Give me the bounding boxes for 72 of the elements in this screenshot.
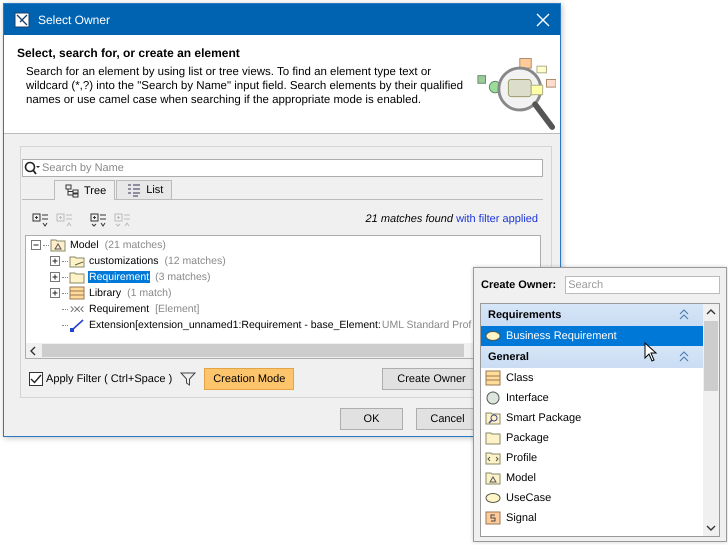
- class-icon: [69, 285, 85, 301]
- expander-icon[interactable]: [31, 240, 42, 250]
- expand-all-icon[interactable]: [90, 211, 108, 227]
- element-type-item[interactable]: Class: [481, 368, 703, 388]
- element-type-item[interactable]: Package: [481, 428, 703, 448]
- model-icon: [485, 470, 501, 486]
- extension-icon: [69, 317, 85, 333]
- filter-link[interactable]: with filter applied: [456, 213, 538, 225]
- expander-icon[interactable]: [50, 256, 61, 266]
- header-title: Select, search for, or create an element: [17, 46, 241, 60]
- class-icon: [485, 370, 501, 386]
- app-icon: [14, 12, 30, 28]
- ellipse-icon: [485, 328, 501, 344]
- tree-view-icon: [65, 184, 79, 198]
- element-type-item[interactable]: Signal: [481, 508, 703, 528]
- search-field[interactable]: Search by Name: [22, 159, 543, 177]
- element-type-item[interactable]: UseCase: [481, 488, 703, 508]
- scrollbar-thumb[interactable]: [42, 344, 464, 357]
- folder-icon: [485, 430, 501, 446]
- group-title: Requirements: [488, 309, 562, 321]
- tree-item-note: UML Standard Prof: [382, 319, 472, 331]
- creation-mode-button[interactable]: Creation Mode: [204, 368, 294, 390]
- element-type-item[interactable]: Business Requirement: [481, 326, 703, 346]
- collapse-group-icon[interactable]: [679, 309, 689, 321]
- view-tab[interactable]: Tree: [54, 180, 116, 200]
- group-header[interactable]: Requirements: [481, 304, 703, 326]
- expander-icon[interactable]: [50, 272, 61, 282]
- ellipse-icon: [485, 490, 501, 506]
- window-title: Select Owner: [38, 12, 112, 26]
- close-icon[interactable]: [536, 12, 550, 26]
- checkbox[interactable]: [29, 372, 43, 386]
- create-owner-label: Create Owner:: [481, 279, 556, 291]
- match-note: (21 matches): [104, 239, 166, 251]
- tree-item[interactable]: Library: [88, 287, 122, 299]
- tree-item-note: (1 match): [127, 287, 172, 299]
- view-tab[interactable]: List: [116, 180, 172, 199]
- list-view-icon: [127, 183, 142, 197]
- element-type-item[interactable]: Smart Package: [481, 408, 703, 428]
- tree-item-note: (12 matches): [164, 255, 226, 267]
- model-icon: [50, 237, 66, 253]
- tree-item[interactable]: customizations: [88, 255, 160, 267]
- element-type-item[interactable]: Interface: [481, 388, 703, 408]
- expander-icon[interactable]: [50, 288, 61, 298]
- profile-icon: [485, 450, 501, 466]
- checkmark-icon: [30, 373, 42, 385]
- tree-item-note: (3 matches): [155, 271, 211, 283]
- mouse-cursor-icon: [644, 342, 658, 362]
- signal-icon: [485, 510, 501, 526]
- tree-item[interactable]: Requirement: [88, 271, 150, 283]
- tree-item[interactable]: Extension[extension_unnamed1:Requirement - base_Element:: [88, 319, 382, 331]
- element-type-item[interactable]: Profile: [481, 448, 703, 468]
- scrollbar-thumb[interactable]: [704, 321, 718, 391]
- smart-package-icon: [485, 410, 501, 426]
- apply-filter-label: Apply Filter ( Ctrl+Space ): [46, 373, 172, 385]
- expand-icon[interactable]: [32, 211, 50, 227]
- scroll-down-icon[interactable]: [706, 524, 716, 532]
- tree-item-note: [Element]: [155, 303, 200, 315]
- scroll-left-icon[interactable]: [28, 344, 38, 358]
- circle-icon: [485, 390, 501, 406]
- tree-item[interactable]: Requirement: [88, 303, 150, 315]
- vertical-scrollbar[interactable]: [703, 304, 719, 536]
- dialog-button[interactable]: OK: [340, 408, 403, 430]
- popup-search-field[interactable]: Search: [565, 276, 720, 294]
- match-count: 21 matches found: [366, 213, 453, 225]
- group-title: General: [488, 351, 529, 363]
- header-description: Search for an element by using list or tree views. To find an element type text or wildcard (*,?) into the "Search by Name" input field. Search elements by their qualified names or use camel case when searching if the appropriate mode is enabled.: [25, 65, 464, 107]
- element-type-item[interactable]: Model: [481, 468, 703, 488]
- collapse-group-icon[interactable]: [679, 351, 689, 363]
- filter-icon[interactable]: [180, 371, 196, 387]
- group-header[interactable]: General: [481, 346, 703, 368]
- tree-item[interactable]: Model: [69, 239, 100, 251]
- scroll-up-icon[interactable]: [706, 308, 716, 316]
